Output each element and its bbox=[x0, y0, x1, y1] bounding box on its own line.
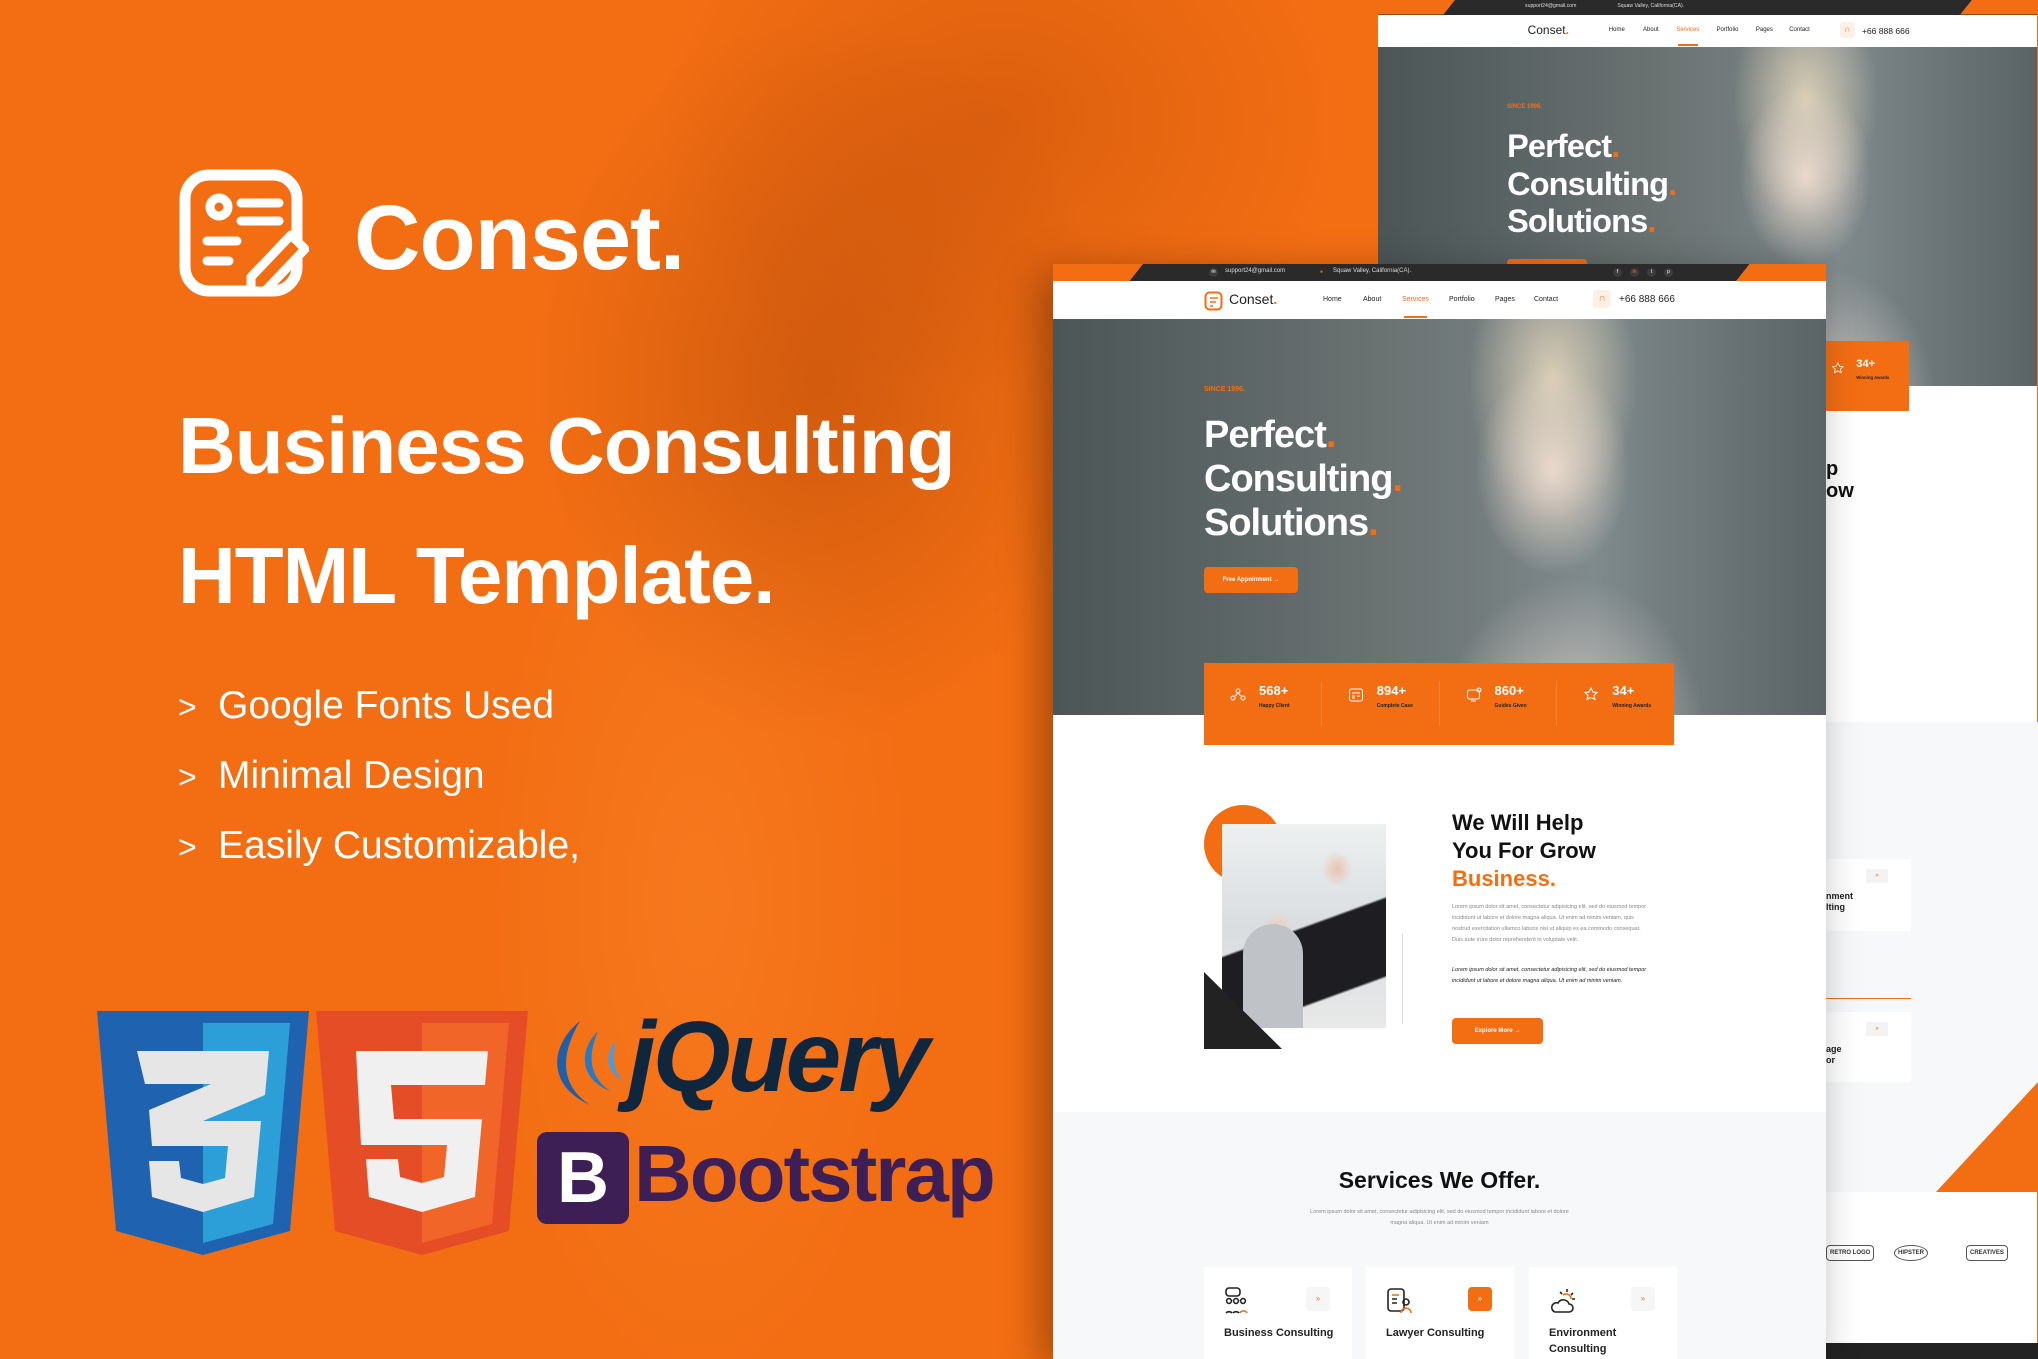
document-user-icon bbox=[1387, 1288, 1412, 1314]
client-logo: RETRO LOGO bbox=[1826, 1245, 1875, 1261]
topbar: ✉ support24@gmail.com ● Squaw Valley, Ca… bbox=[1053, 264, 1826, 281]
feature-item: > Easily Customizable, bbox=[178, 824, 580, 867]
award-icon bbox=[1584, 687, 1599, 701]
hero-line: Solutions. bbox=[1204, 502, 1379, 544]
client-logo: HIPSTER bbox=[1894, 1245, 1929, 1261]
explore-more-button[interactable]: Explore More → bbox=[1452, 1018, 1543, 1044]
about-italic-paragraph: Lorem ipsum dolor sit amet, consectetur … bbox=[1452, 967, 1647, 984]
nav-pages[interactable]: Pages bbox=[1756, 27, 1773, 33]
users-icon bbox=[1230, 688, 1246, 701]
back-about-heading-fragment: p ow bbox=[1826, 458, 1854, 502]
logo[interactable]: Conset. bbox=[1229, 291, 1277, 307]
nav-services[interactable]: Services bbox=[1676, 27, 1699, 47]
twitter-icon[interactable]: t bbox=[1647, 268, 1656, 277]
html5-logo bbox=[316, 1011, 528, 1255]
hero-line: Solutions. bbox=[1507, 203, 1656, 240]
bootstrap-logo-text: Bootstrap bbox=[634, 1129, 996, 1218]
email-icon: ✉ bbox=[1209, 268, 1218, 277]
navbar: Conset. Home About Services Portfolio Pa… bbox=[1053, 281, 1826, 319]
free-appointment-button[interactable]: Free Appoinment → bbox=[1204, 567, 1298, 593]
services-subtitle: Lorem ipsum dolor sit amet, consectetur … bbox=[1310, 1209, 1569, 1226]
divider-line bbox=[1402, 934, 1403, 1024]
headline-line-2: HTML Template. bbox=[178, 531, 775, 620]
nav-contact[interactable]: Contact bbox=[1789, 27, 1810, 33]
stat-item: 568+ Happy Client bbox=[1204, 681, 1322, 726]
back-card: » age or bbox=[1826, 1012, 1911, 1082]
location-text: Squaw Valley, California(CA). bbox=[1333, 268, 1412, 274]
hero-line: Consulting. bbox=[1204, 458, 1403, 500]
services-section: Services We Offer. Lorem ipsum dolor sit… bbox=[1053, 1112, 1826, 1359]
back-card: » nment lting bbox=[1826, 859, 1911, 931]
card-arrow-button[interactable]: » bbox=[1631, 1287, 1655, 1311]
hero-line: Perfect. bbox=[1204, 414, 1336, 456]
since-label: SINCE 1996. bbox=[1507, 104, 1542, 111]
decorative-triangle bbox=[1936, 1082, 2038, 1192]
client-logo: CREATIVES bbox=[1966, 1245, 2008, 1261]
service-card[interactable]: » Lawyer Consulting bbox=[1366, 1267, 1514, 1359]
nav-home[interactable]: Home bbox=[1609, 27, 1625, 33]
instagram-icon[interactable]: in bbox=[1630, 268, 1639, 277]
email-text: support24@gmail.com bbox=[1525, 3, 1577, 10]
stat-item: 34+ Winning Awards bbox=[1557, 681, 1674, 726]
pinterest-icon[interactable]: p bbox=[1664, 268, 1673, 277]
jquery-swirl-icon bbox=[557, 1021, 624, 1105]
navbar: Conset. Home About Services Portfolio Pa… bbox=[1378, 14, 2038, 48]
about-heading: We Will Help You For Grow Business. bbox=[1452, 810, 1596, 891]
services-title: Services We Offer. bbox=[1338, 1167, 1541, 1193]
nav-about[interactable]: About bbox=[1363, 296, 1381, 303]
location-text: Squaw Valley, California(CA). bbox=[1617, 3, 1685, 10]
hero-line: Consulting. bbox=[1507, 165, 1677, 202]
conset-logo-icon bbox=[179, 169, 309, 297]
since-label: SINCE 1996. bbox=[1204, 386, 1245, 393]
award-icon bbox=[1832, 361, 1845, 374]
nav-home[interactable]: Home bbox=[1323, 296, 1342, 303]
stat-item: 860+ Guides Given bbox=[1440, 681, 1558, 726]
location-icon: ● bbox=[1319, 269, 1324, 275]
back-footer bbox=[1826, 1343, 2038, 1359]
feature-item: > Minimal Design bbox=[178, 754, 485, 797]
logo[interactable]: Conset. bbox=[1528, 23, 1569, 37]
hero-line: Perfect. bbox=[1507, 128, 1620, 165]
service-card[interactable]: » Environment Consulting bbox=[1529, 1267, 1677, 1359]
nav-portfolio[interactable]: Portfolio bbox=[1717, 27, 1739, 33]
service-card[interactable]: » Business Consulting bbox=[1204, 1267, 1352, 1359]
conset-logo-icon bbox=[1204, 291, 1223, 311]
headset-icon: ∩ bbox=[1593, 290, 1611, 308]
stat-item: 894+ Complete Case bbox=[1322, 681, 1440, 726]
css3-logo bbox=[97, 1011, 309, 1255]
about-image-people bbox=[1243, 924, 1303, 1028]
facebook-icon[interactable]: f bbox=[1613, 268, 1622, 277]
presentation-icon bbox=[1466, 687, 1481, 702]
stats-bar: 568+ Happy Client 894+ Complete Case 860+ G… bbox=[1204, 663, 1674, 745]
bootstrap-logo-mark: B bbox=[537, 1132, 629, 1224]
nav-portfolio[interactable]: Portfolio bbox=[1449, 296, 1475, 303]
card-arrow-button[interactable]: » bbox=[1468, 1287, 1492, 1311]
case-file-icon bbox=[1348, 688, 1363, 702]
about-paragraph: Lorem ipsum dolor sit amet, consectetur … bbox=[1452, 904, 1647, 943]
cloud-sun-icon bbox=[1551, 1289, 1575, 1313]
nav-pages[interactable]: Pages bbox=[1495, 296, 1515, 303]
front-website-mockup: ✉ support24@gmail.com ● Squaw Valley, Ca… bbox=[1053, 264, 1826, 1359]
phone-number[interactable]: +66 888 666 bbox=[1619, 294, 1675, 305]
nav-about[interactable]: About bbox=[1643, 27, 1659, 33]
feature-item: > Google Fonts Used bbox=[178, 684, 555, 727]
card-arrow-button[interactable]: » bbox=[1306, 1287, 1330, 1311]
nav-contact[interactable]: Contact bbox=[1534, 296, 1558, 303]
nav-services[interactable]: Services bbox=[1402, 296, 1429, 318]
headline-line-1: Business Consulting bbox=[178, 401, 956, 490]
hero: SINCE 1996. Perfect. Consulting. Solutio… bbox=[1053, 319, 1826, 715]
phone-number[interactable]: +66 888 666 bbox=[1862, 26, 1910, 36]
email-link[interactable]: support24@gmail.com bbox=[1225, 268, 1285, 274]
topbar: support24@gmail.com Squaw Valley, Califo… bbox=[1378, 0, 2038, 15]
jquery-logo-text: jQuery bbox=[628, 1001, 930, 1113]
headset-icon: ∩ bbox=[1839, 22, 1856, 38]
team-chat-icon bbox=[1225, 1287, 1248, 1314]
brand-name: Conset. bbox=[354, 187, 685, 289]
back-services-bg: » nment lting » age or bbox=[1826, 722, 2038, 1192]
